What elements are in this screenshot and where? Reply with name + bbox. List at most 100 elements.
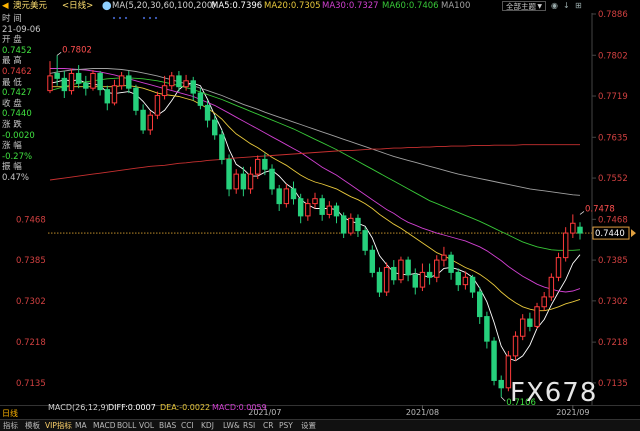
candle-up[interactable] bbox=[169, 75, 175, 87]
candle-down[interactable] bbox=[391, 266, 397, 281]
candle-down[interactable] bbox=[212, 119, 218, 136]
candle-down[interactable] bbox=[297, 198, 304, 217]
candle-up[interactable] bbox=[147, 114, 153, 131]
candle-up[interactable] bbox=[183, 80, 189, 88]
tab-14[interactable]: 设置 bbox=[301, 420, 316, 431]
candle-down[interactable] bbox=[276, 188, 282, 205]
candle-down[interactable] bbox=[405, 259, 411, 276]
candle-up[interactable] bbox=[541, 296, 547, 308]
tab-2[interactable]: VIP指标 bbox=[45, 420, 72, 431]
period-badge[interactable]: 日线 bbox=[2, 408, 18, 419]
candle-down[interactable] bbox=[484, 316, 490, 342]
candle-up[interactable] bbox=[441, 254, 447, 261]
candlestick-chart[interactable]: 0.7886 0.7802 0.7719 0.7635 0.7552 0.7468 0.73… bbox=[0, 0, 640, 431]
tab-4[interactable]: MACD bbox=[93, 420, 115, 431]
candle-down[interactable] bbox=[355, 217, 361, 232]
annotation-leader bbox=[56, 51, 62, 56]
candle-up[interactable] bbox=[383, 266, 390, 293]
candle-down[interactable] bbox=[197, 92, 204, 106]
candle-down[interactable] bbox=[455, 271, 461, 286]
tab-8[interactable]: CCI bbox=[181, 420, 194, 431]
candle-down[interactable] bbox=[204, 104, 211, 121]
candle-down[interactable] bbox=[527, 318, 533, 327]
candle-up[interactable] bbox=[562, 232, 569, 259]
tab-11[interactable]: RSI bbox=[243, 420, 255, 431]
tab-12[interactable]: CR bbox=[263, 420, 273, 431]
candle-down[interactable] bbox=[340, 215, 347, 234]
candle-up[interactable] bbox=[570, 222, 576, 234]
candle-down[interactable] bbox=[362, 230, 368, 251]
candle-down[interactable] bbox=[54, 72, 60, 79]
candle-up[interactable] bbox=[68, 72, 75, 92]
candle-down[interactable] bbox=[240, 173, 247, 190]
candle-up[interactable] bbox=[534, 306, 540, 327]
candle-down[interactable] bbox=[75, 72, 82, 84]
candle-down[interactable] bbox=[376, 271, 383, 293]
candle-down[interactable] bbox=[140, 109, 146, 131]
tab-1[interactable]: 模板 bbox=[25, 420, 40, 431]
candle-down[interactable] bbox=[412, 274, 418, 288]
candle-up[interactable] bbox=[555, 257, 562, 278]
candle-down[interactable] bbox=[190, 80, 196, 94]
candle-up[interactable] bbox=[398, 259, 404, 281]
candle-up[interactable] bbox=[90, 72, 96, 89]
candle-down[interactable] bbox=[83, 82, 89, 89]
tab-7[interactable]: BIAS bbox=[159, 420, 176, 431]
candle-down[interactable] bbox=[333, 205, 340, 217]
tab-9[interactable]: KDJ bbox=[201, 420, 214, 431]
candle-up[interactable] bbox=[326, 205, 333, 215]
tab-10[interactable]: LW& bbox=[223, 420, 240, 431]
candle-up[interactable] bbox=[348, 217, 354, 234]
tab-6[interactable]: VOL bbox=[139, 420, 154, 431]
y-tick-label: 0.7302 bbox=[598, 297, 628, 307]
macd-title[interactable]: MACD(26,12,9) bbox=[48, 402, 109, 413]
annotation-label: 0.7478 bbox=[585, 204, 615, 214]
candle-up[interactable] bbox=[548, 276, 555, 298]
left-y-tick-label: 0.7468 bbox=[16, 215, 46, 225]
candle-up[interactable] bbox=[161, 85, 168, 97]
candle-down[interactable] bbox=[176, 75, 182, 88]
candle-up[interactable] bbox=[512, 335, 519, 357]
candle-down[interactable] bbox=[319, 198, 325, 215]
candle-down[interactable] bbox=[226, 158, 232, 190]
y-tick-label: 0.7886 bbox=[598, 10, 628, 20]
left-y-tick-label: 0.7135 bbox=[16, 379, 46, 389]
candle-down[interactable] bbox=[448, 254, 454, 273]
candle-up[interactable] bbox=[519, 318, 526, 337]
candle-down[interactable] bbox=[104, 89, 111, 104]
candle-up[interactable] bbox=[312, 198, 318, 205]
candle-down[interactable] bbox=[61, 77, 68, 92]
candle-up[interactable] bbox=[118, 75, 125, 87]
candle-up[interactable] bbox=[254, 158, 261, 175]
tab-3[interactable]: MA bbox=[75, 420, 87, 431]
candle-up[interactable] bbox=[247, 173, 254, 190]
candle-down[interactable] bbox=[491, 340, 497, 381]
candle-up[interactable] bbox=[462, 276, 469, 286]
candle-down[interactable] bbox=[290, 188, 297, 200]
candle-down[interactable] bbox=[426, 271, 433, 278]
candle-down[interactable] bbox=[498, 379, 504, 389]
candle-down[interactable] bbox=[469, 276, 476, 293]
candle-down[interactable] bbox=[219, 134, 225, 160]
candle-down[interactable] bbox=[133, 87, 139, 111]
candle-down[interactable] bbox=[477, 291, 483, 318]
tab-13[interactable]: PSY bbox=[279, 420, 293, 431]
candle-down[interactable] bbox=[126, 75, 132, 89]
candle-up[interactable] bbox=[111, 85, 118, 104]
candle-up[interactable] bbox=[47, 75, 53, 92]
current-price-label: 0.7440 bbox=[595, 229, 625, 239]
candle-down[interactable] bbox=[369, 249, 376, 273]
candle-up[interactable] bbox=[283, 188, 290, 205]
tab-5[interactable]: BOLL bbox=[117, 420, 136, 431]
candle-down[interactable] bbox=[269, 168, 275, 190]
candle-up[interactable] bbox=[233, 173, 239, 190]
candle-up[interactable] bbox=[154, 95, 161, 116]
candle-down[interactable] bbox=[262, 158, 268, 170]
candle-down[interactable] bbox=[577, 226, 583, 234]
candle-down[interactable] bbox=[97, 72, 103, 91]
candle-up[interactable] bbox=[419, 271, 426, 288]
annotation-leader bbox=[500, 396, 506, 402]
candle-up[interactable] bbox=[434, 259, 440, 278]
tab-0[interactable]: 指标 bbox=[3, 420, 18, 431]
candle-up[interactable] bbox=[305, 203, 311, 217]
